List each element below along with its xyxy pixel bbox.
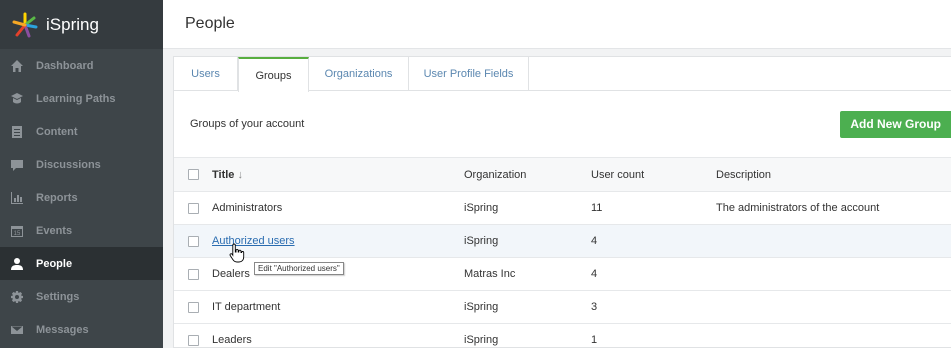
group-user-count: 4 — [591, 235, 598, 247]
column-header-description: Description — [716, 168, 772, 181]
envelope-icon — [10, 323, 24, 337]
home-icon — [10, 59, 24, 73]
sidebar-item-label: Reports — [36, 191, 78, 204]
table-row[interactable]: Administrators iSpring 11 The administra… — [174, 191, 951, 224]
sidebar-item-label: Content — [36, 125, 78, 138]
tab-user-profile-fields[interactable]: User Profile Fields — [409, 57, 529, 91]
table-row[interactable]: IT department iSpring 3 — [174, 290, 951, 323]
sidebar-item-dashboard[interactable]: Dashboard — [0, 49, 163, 82]
sidebar-item-label: Events — [36, 224, 73, 237]
reports-icon — [10, 191, 24, 205]
group-title-link[interactable]: Authorized users — [212, 235, 295, 247]
person-icon — [10, 257, 24, 271]
sidebar-item-label: Dashboard — [36, 59, 94, 72]
sidebar-item-events[interactable]: 15 Events — [0, 214, 163, 247]
group-title[interactable]: IT department — [212, 301, 464, 313]
learning-paths-icon — [10, 92, 24, 106]
table-row[interactable]: Authorized users iSpring 4 — [174, 224, 951, 257]
tab-users[interactable]: Users — [174, 57, 238, 91]
column-header-user-count: User count — [591, 168, 645, 181]
group-user-count: 4 — [591, 268, 598, 280]
row-checkbox[interactable] — [187, 268, 199, 280]
column-header-title[interactable]: Title ↓ — [212, 169, 464, 181]
row-checkbox[interactable] — [187, 301, 199, 313]
groups-caption: Groups of your account — [190, 118, 305, 130]
calendar-day: 15 — [14, 231, 21, 237]
sidebar: iSpring Dashboard Learning Paths Content… — [0, 0, 163, 348]
sidebar-item-label: People — [36, 257, 73, 270]
tab-organizations[interactable]: Organizations — [309, 57, 409, 91]
table-row[interactable]: Leaders iSpring 1 — [174, 323, 951, 348]
edit-tooltip: Edit "Authorized users" — [254, 262, 344, 275]
content-icon — [10, 125, 24, 139]
sidebar-item-content[interactable]: Content — [0, 115, 163, 148]
sidebar-item-people[interactable]: People — [0, 247, 163, 280]
group-user-count: 11 — [591, 202, 603, 214]
main-area: People Users Groups Organizations User P… — [163, 0, 951, 348]
select-all-checkbox[interactable] — [187, 169, 199, 180]
page-title: People — [185, 15, 235, 32]
sidebar-item-learning-paths[interactable]: Learning Paths — [0, 82, 163, 115]
group-organization: iSpring — [464, 235, 499, 247]
calendar-icon: 15 — [10, 224, 24, 238]
tabs: Users Groups Organizations User Profile … — [174, 57, 951, 92]
chat-icon — [10, 158, 24, 172]
sort-desc-icon: ↓ — [237, 168, 243, 181]
table-header-row: Title ↓ Organization User count Descript… — [174, 157, 951, 191]
group-title[interactable]: Leaders — [212, 334, 464, 346]
row-checkbox[interactable] — [187, 235, 199, 247]
sidebar-item-label: Discussions — [36, 158, 101, 171]
page-header: People — [163, 0, 951, 49]
group-user-count: 1 — [591, 334, 598, 346]
group-organization: iSpring — [464, 301, 499, 313]
sidebar-item-reports[interactable]: Reports — [0, 181, 163, 214]
sidebar-item-label: Messages — [36, 323, 89, 336]
ispring-logo-icon — [12, 12, 38, 37]
groups-panel: Users Groups Organizations User Profile … — [173, 56, 951, 348]
group-organization: Matras Inc — [464, 268, 516, 280]
gear-icon — [10, 290, 24, 304]
groups-table: Title ↓ Organization User count Descript… — [174, 157, 951, 348]
logo[interactable]: iSpring — [0, 0, 163, 49]
group-title[interactable]: Administrators — [212, 202, 464, 214]
app-name: iSpring — [46, 14, 99, 34]
sidebar-item-label: Settings — [36, 290, 80, 303]
hand-cursor-icon — [229, 243, 245, 263]
tab-groups[interactable]: Groups — [238, 57, 309, 92]
group-description: The administrators of the account — [716, 202, 880, 214]
sidebar-item-label: Learning Paths — [36, 92, 116, 105]
toolbar: Groups of your account Add New Group — [174, 91, 951, 157]
column-header-organization: Organization — [464, 168, 527, 181]
group-user-count: 3 — [591, 301, 598, 313]
sidebar-item-discussions[interactable]: Discussions — [0, 148, 163, 181]
sidebar-item-messages[interactable]: Messages — [0, 313, 163, 346]
add-new-group-button[interactable]: Add New Group — [840, 110, 951, 138]
sidebar-item-settings[interactable]: Settings — [0, 280, 163, 313]
group-organization: iSpring — [464, 202, 499, 214]
row-checkbox[interactable] — [187, 202, 199, 214]
group-organization: iSpring — [464, 334, 499, 346]
row-checkbox[interactable] — [187, 334, 199, 346]
